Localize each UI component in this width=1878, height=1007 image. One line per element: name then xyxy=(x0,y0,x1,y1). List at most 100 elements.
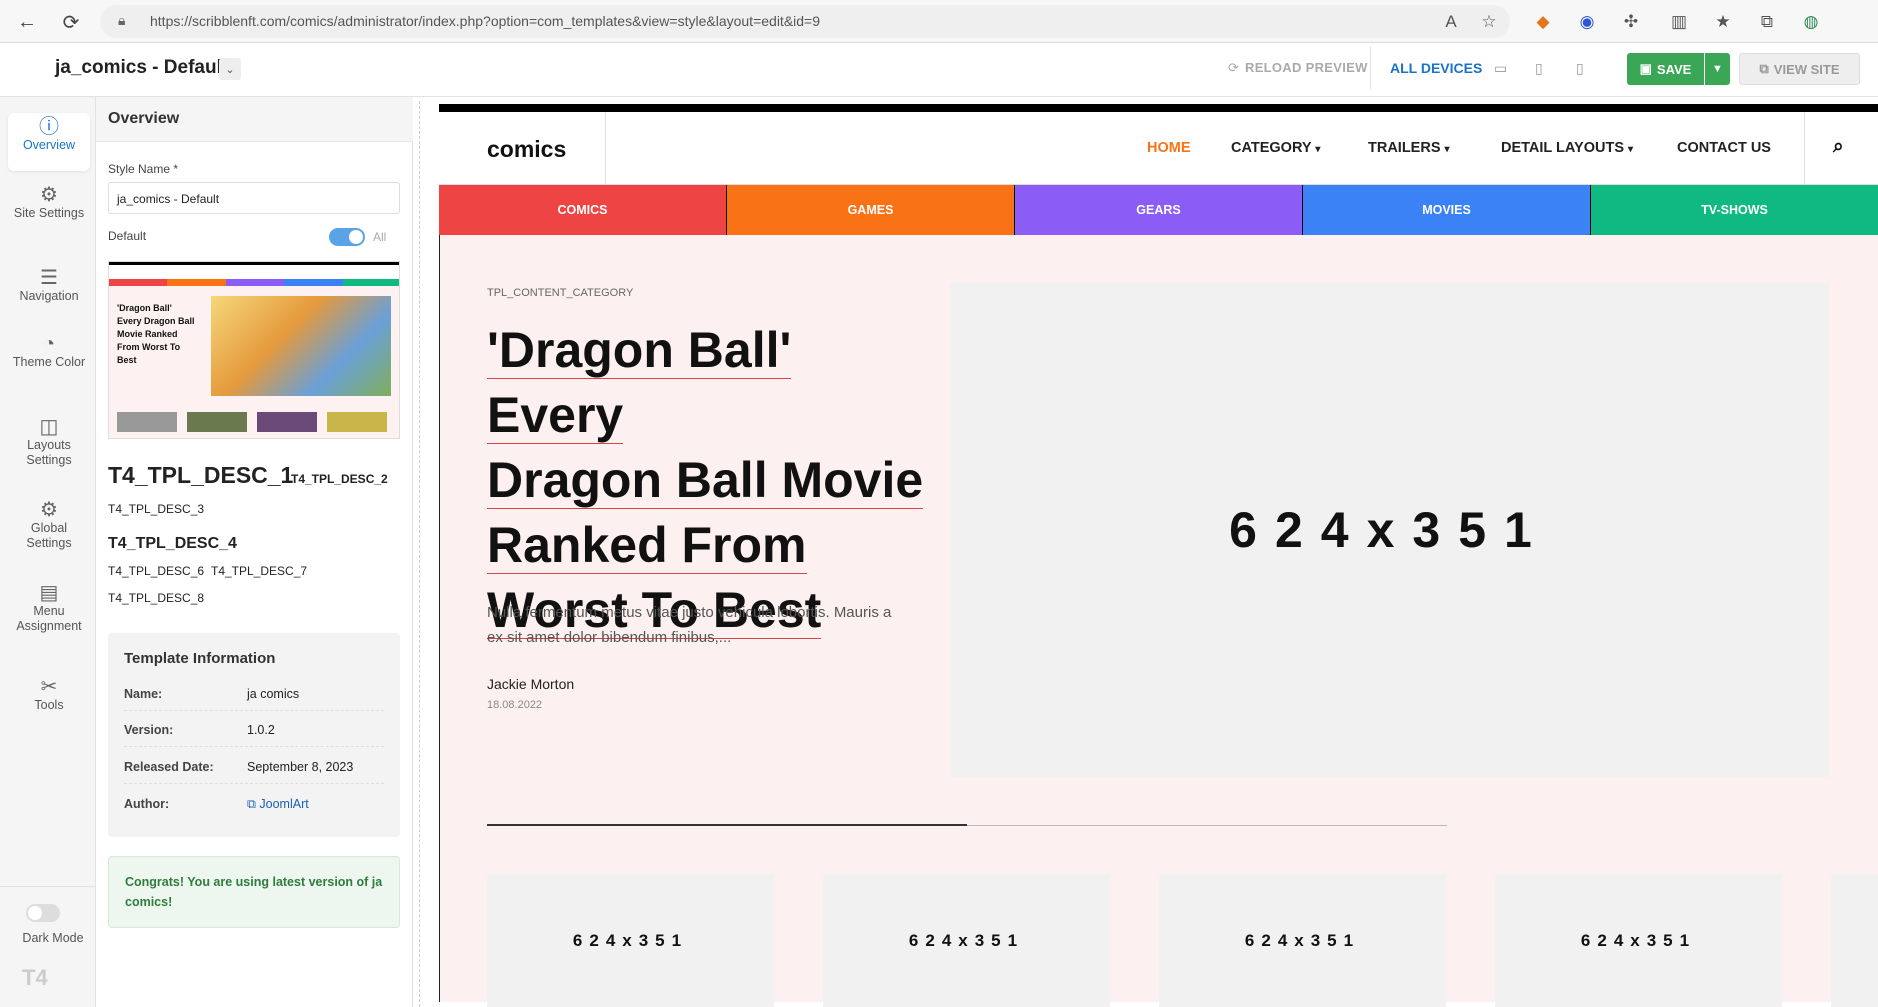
card-image-placeholder[interactable] xyxy=(1831,874,1878,1007)
template-desc-7: T4_TPL_DESC_7 xyxy=(211,564,308,578)
thumb-image xyxy=(117,412,177,432)
desktop-icon[interactable]: ▭ xyxy=(1494,60,1507,77)
panel-title: Overview xyxy=(108,110,180,127)
reload-preview-icon: ⟳ xyxy=(1228,60,1239,75)
headline-line: Ranked From xyxy=(487,517,807,574)
logo-divider xyxy=(605,112,606,185)
collections-icon[interactable]: ⧉ xyxy=(1756,11,1778,33)
caret-down-icon: ▾ xyxy=(1444,144,1450,155)
info-row-author: Author: ⧉ JoomlArt xyxy=(124,784,384,821)
style-title: ja_comics - Default xyxy=(55,57,229,78)
category-tab-comics[interactable]: COMICS xyxy=(439,185,727,235)
template-thumbnail: 'Dragon Ball' Every Dragon Ball Movie Ra… xyxy=(108,261,400,439)
card-image-placeholder[interactable]: 624x351 xyxy=(1495,874,1782,1007)
card-image-placeholder[interactable]: 624x351 xyxy=(823,874,1110,1007)
favorite-star-icon[interactable]: ☆ xyxy=(1478,11,1500,33)
headline-line: Dragon Ball Movie xyxy=(487,452,924,509)
rail-item-overview[interactable]: ⓘ Overview xyxy=(8,117,90,153)
nav-label: TRAILERS xyxy=(1368,140,1441,156)
nav-item-detail-layouts[interactable]: DETAIL LAYOUTS ▾ xyxy=(1501,140,1633,156)
author-link[interactable]: ⧉ JoomlArt xyxy=(247,797,309,812)
thumb-hero-image xyxy=(211,296,391,396)
category-tab-tv-shows[interactable]: TV-SHOWS xyxy=(1591,185,1878,235)
dark-mode-label: Dark Mode xyxy=(22,931,84,945)
tablet-icon[interactable]: ▯ xyxy=(1535,60,1543,77)
menu-icon: ☰ xyxy=(40,267,58,289)
default-toggle[interactable] xyxy=(329,228,365,246)
template-desc-8: T4_TPL_DESC_8 xyxy=(108,591,205,605)
info-key: Name: xyxy=(124,687,163,701)
nav-label: CATEGORY xyxy=(1231,140,1312,156)
rail-item-layouts-settings[interactable]: ◫ Layouts Settings xyxy=(8,417,90,468)
rail-item-theme-color[interactable]: ◔ Theme Color xyxy=(8,333,90,370)
save-dropdown-caret-icon[interactable]: ▼ xyxy=(1705,53,1730,85)
rail-item-menu-assignment[interactable]: ▤ Menu Assignment xyxy=(8,582,90,634)
article-date: 18.08.2022 xyxy=(487,699,543,711)
category-tab-movies[interactable]: MOVIES xyxy=(1303,185,1591,235)
headline-line: 'Dragon Ball' Every xyxy=(487,322,792,444)
dark-mode-toggle[interactable] xyxy=(26,904,60,922)
congrats-message: Congrats! You are using latest version o… xyxy=(108,856,400,928)
back-icon[interactable]: ← xyxy=(12,7,42,37)
list-icon: ▤ xyxy=(39,582,59,604)
split-screen-icon[interactable]: ▥ xyxy=(1668,11,1690,33)
nav-label: DETAIL LAYOUTS xyxy=(1501,140,1624,156)
rail-item-tools[interactable]: ✂ Tools xyxy=(8,677,90,713)
url-text[interactable]: https://scribblenft.com/comics/administr… xyxy=(150,13,820,29)
external-link-icon: ⧉ xyxy=(1759,61,1769,76)
rail-label: Menu Assignment xyxy=(16,604,82,633)
category-tab-games[interactable]: GAMES xyxy=(727,185,1015,235)
category-tab-gears[interactable]: GEARS xyxy=(1015,185,1303,235)
reload-icon[interactable]: ⟳ xyxy=(56,7,86,37)
read-aloud-icon[interactable]: A xyxy=(1440,11,1462,33)
metamask-extension-icon[interactable]: ◆ xyxy=(1532,11,1554,33)
info-row-released: Released Date: September 8, 2023 xyxy=(124,747,384,784)
nav-item-home[interactable]: HOME xyxy=(1147,140,1191,156)
search-divider xyxy=(1804,112,1805,185)
rail-label: Overview xyxy=(22,138,76,152)
template-info-card: Template Information Name: ja comics Vers… xyxy=(108,633,400,837)
info-row-version: Version: 1.0.2 xyxy=(124,710,384,747)
author-name: JoomlArt xyxy=(259,797,309,811)
nav-item-contact-us[interactable]: CONTACT US xyxy=(1677,140,1771,156)
save-label: SAVE xyxy=(1656,61,1692,77)
article-author[interactable]: Jackie Morton xyxy=(487,676,574,692)
rail-label: Theme Color xyxy=(12,355,86,369)
extensions-puzzle-icon[interactable]: ✣ xyxy=(1620,11,1642,33)
favorites-icon[interactable]: ★ xyxy=(1712,11,1734,33)
reload-preview-button[interactable]: RELOAD PREVIEW xyxy=(1245,60,1368,75)
rail-label: Layouts Settings xyxy=(26,438,72,467)
style-dropdown-chevron-icon[interactable]: ⌄ xyxy=(219,58,241,80)
palette-icon: ◔ xyxy=(42,333,56,355)
thumb-image xyxy=(327,412,387,432)
all-devices-button[interactable]: ALL DEVICES xyxy=(1390,60,1482,76)
card-image-placeholder[interactable]: 624x351 xyxy=(1159,874,1446,1007)
template-desc-2: T4_TPL_DESC_2 xyxy=(291,472,388,486)
view-site-button[interactable]: ⧉ VIEW SITE xyxy=(1739,53,1860,85)
hero-image-placeholder[interactable]: 624x351 xyxy=(950,283,1829,777)
template-desc-3: T4_TPL_DESC_3 xyxy=(108,502,205,516)
search-icon[interactable]: ⌕ xyxy=(1833,136,1844,158)
card-image-placeholder[interactable]: 624x351 xyxy=(487,874,774,1007)
rail-item-navigation[interactable]: ☰ Navigation xyxy=(8,267,90,304)
rail-item-site-settings[interactable]: ⚙ Site Settings xyxy=(8,185,90,221)
article-headline[interactable]: 'Dragon Ball' Every Dragon Ball Movie Ra… xyxy=(487,318,927,643)
rail-item-global-settings[interactable]: ⚙ Global Settings xyxy=(8,500,90,551)
profile-icon[interactable]: ◍ xyxy=(1800,11,1822,33)
nav-item-category[interactable]: CATEGORY ▾ xyxy=(1231,140,1320,156)
t4-logo: T4 xyxy=(22,965,48,990)
extension-icon[interactable]: ◉ xyxy=(1576,11,1598,33)
rail-label: Navigation xyxy=(19,289,79,303)
template-info-title: Template Information xyxy=(124,650,276,667)
default-label: Default xyxy=(108,229,147,243)
rail-label: Tools xyxy=(34,698,64,712)
template-desc-1: T4_TPL_DESC_1 xyxy=(108,462,294,488)
mobile-icon[interactable]: ▯ xyxy=(1576,60,1584,77)
thumb-image xyxy=(257,412,317,432)
nav-item-trailers[interactable]: TRAILERS ▾ xyxy=(1368,140,1450,156)
site-logo[interactable]: comics xyxy=(487,136,566,163)
info-value: 1.0.2 xyxy=(247,723,275,737)
admin-header xyxy=(0,43,1878,97)
style-name-input[interactable]: ja_comics - Default xyxy=(108,182,400,214)
save-button[interactable]: ▣ SAVE xyxy=(1627,53,1704,85)
